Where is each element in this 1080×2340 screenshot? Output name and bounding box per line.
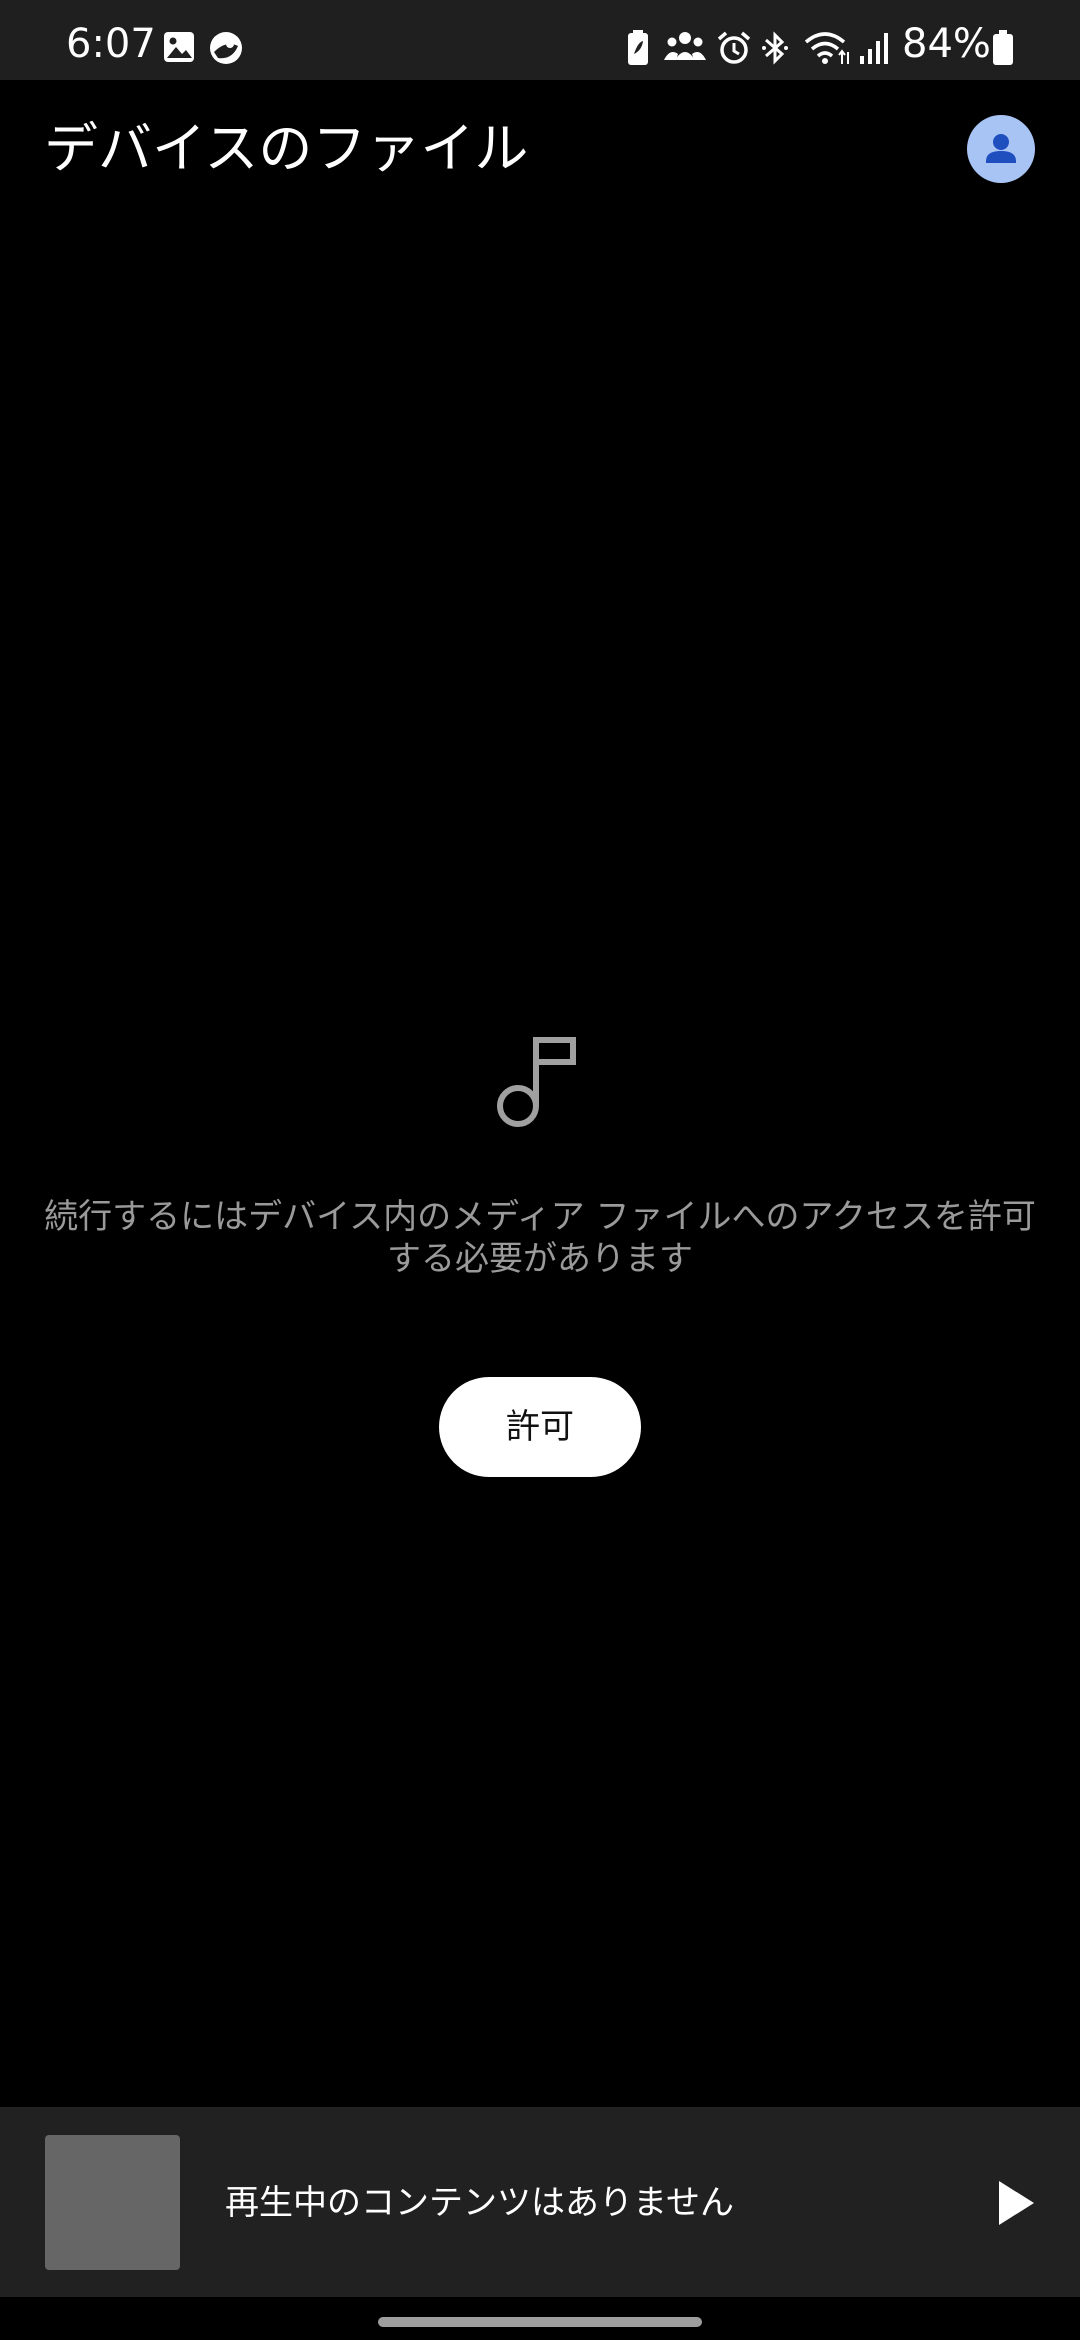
wifi-icon bbox=[804, 32, 849, 64]
status-time: 6:07 bbox=[66, 21, 156, 67]
account-avatar-button[interactable] bbox=[967, 115, 1035, 183]
permission-message-line2: する必要があります bbox=[387, 1239, 693, 1279]
status-bar: 6:07 84% bbox=[0, 0, 1080, 80]
battery-saver-icon bbox=[628, 30, 648, 65]
group-icon bbox=[664, 32, 706, 60]
bluetooth-icon bbox=[762, 31, 788, 65]
image-icon bbox=[164, 32, 194, 62]
now-playing-text: 再生中のコンテンツはありません bbox=[225, 2183, 734, 2223]
page-title: デバイスのファイル bbox=[44, 117, 529, 180]
signal-icon bbox=[860, 33, 888, 64]
alarm-icon bbox=[717, 31, 751, 64]
gesture-handle[interactable] bbox=[378, 2317, 702, 2327]
mini-player[interactable]: 再生中のコンテンツはありません bbox=[0, 2107, 1080, 2297]
play-icon[interactable] bbox=[984, 2173, 1044, 2233]
battery-icon bbox=[993, 30, 1013, 65]
permission-message-line1: 続行するにはデバイス内のメディア ファイルへのアクセスを許可 bbox=[44, 1197, 1036, 1237]
music-note-icon bbox=[497, 1037, 576, 1127]
battery-percentage: 84% bbox=[902, 21, 991, 67]
app-notification-icon bbox=[210, 32, 242, 64]
album-art-placeholder bbox=[45, 2135, 180, 2270]
permission-message: 続行するにはデバイス内のメディア ファイルへのアクセスを許可 する必要があります bbox=[40, 1196, 1040, 1280]
allow-button[interactable]: 許可 bbox=[439, 1377, 641, 1477]
account-icon bbox=[986, 134, 1016, 163]
navigation-bar bbox=[0, 2297, 1080, 2340]
